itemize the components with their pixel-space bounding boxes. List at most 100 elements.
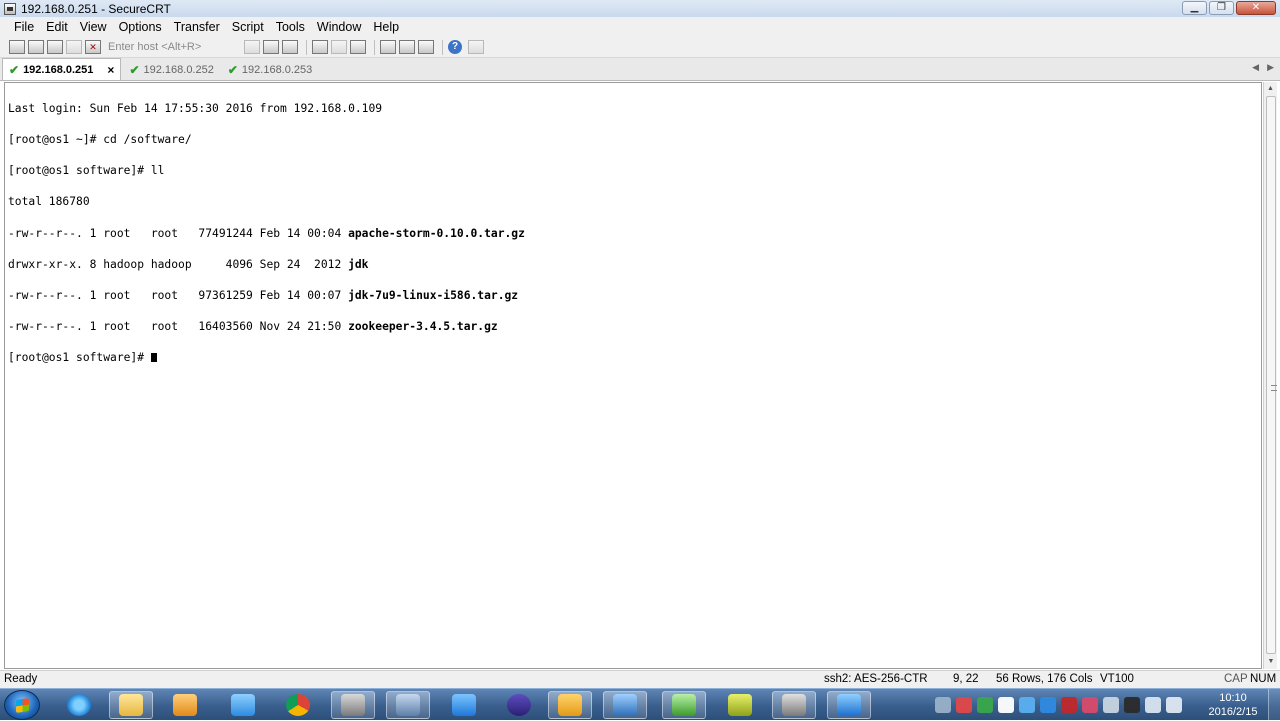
search-icon[interactable] (1019, 697, 1035, 713)
global-options-icon[interactable] (399, 40, 415, 54)
quick-connect-icon[interactable] (28, 40, 44, 54)
red-app-tray-icon[interactable] (1061, 697, 1077, 713)
system-clock[interactable]: 10:10 2016/2/15 (1203, 691, 1263, 719)
file-meta: drwxr-xr-x. 8 hadoop hadoop 4096 Sep 24 … (8, 257, 349, 271)
keyboard-icon[interactable] (935, 697, 951, 713)
windows-taskbar: 10:10 2016/2/15 (0, 688, 1280, 721)
windows-flag-icon[interactable] (998, 697, 1014, 713)
scroll-up-icon[interactable]: ▲ (1264, 82, 1277, 96)
window-title: 192.168.0.251 - SecureCRT (21, 1, 171, 16)
show-desktop-button[interactable] (1268, 689, 1280, 721)
tab-192-168-0-253[interactable]: ✔ 192.168.0.253 (222, 59, 318, 80)
find-icon[interactable] (282, 40, 298, 54)
menu-window[interactable]: Window (311, 17, 367, 37)
clock-time: 10:10 (1219, 692, 1247, 704)
menu-edit[interactable]: Edit (40, 17, 74, 37)
status-emulation: VT100 (1100, 673, 1134, 685)
menu-file[interactable]: File (8, 17, 40, 37)
menu-script[interactable]: Script (226, 17, 270, 37)
toolbar-separator (374, 39, 375, 55)
print-selection-icon[interactable] (331, 40, 347, 54)
disconnect-icon[interactable]: ✕ (85, 40, 101, 54)
print-setup-icon[interactable] (350, 40, 366, 54)
file-listing-row: -rw-r--r--. 1 root root 97361259 Feb 14 … (8, 289, 1261, 303)
status-cursor-position: 9, 22 (953, 673, 979, 685)
cloud-tray-icon[interactable] (1082, 697, 1098, 713)
print-icon[interactable] (312, 40, 328, 54)
putty-app-icon[interactable] (662, 691, 706, 719)
sogou-app-icon[interactable] (548, 691, 592, 719)
network-icon[interactable] (1145, 697, 1161, 713)
connected-check-icon: ✔ (9, 62, 20, 77)
minimize-button[interactable]: ▁ (1182, 1, 1207, 15)
tab-close-icon[interactable]: × (107, 63, 114, 77)
tools-tray-icon[interactable] (1124, 697, 1140, 713)
menu-help[interactable]: Help (367, 17, 405, 37)
tab-scroll-right-icon[interactable]: ▶ (1267, 62, 1274, 73)
antivirus-icon[interactable] (956, 697, 972, 713)
file-listing-row: -rw-r--r--. 1 root root 77491244 Feb 14 … (8, 227, 1261, 239)
toolbar: ✕ ? (0, 37, 1280, 58)
keymap-icon[interactable] (418, 40, 434, 54)
status-caps-lock: CAP (1224, 673, 1248, 685)
tab-label: 192.168.0.252 (143, 63, 214, 76)
baidu-netdisk-icon[interactable] (221, 691, 265, 719)
mybase-app-icon[interactable] (718, 691, 762, 719)
status-bar: Ready ssh2: AES-256-CTR 9, 22 56 Rows, 1… (0, 670, 1280, 688)
connected-check-icon: ✔ (129, 62, 140, 77)
network-manager-icon[interactable] (386, 691, 430, 719)
menu-bar: File Edit View Options Transfer Script T… (0, 17, 1280, 37)
security-shield-icon[interactable] (977, 697, 993, 713)
scroll-down-icon[interactable]: ▼ (1264, 655, 1278, 669)
menu-tools[interactable]: Tools (270, 17, 311, 37)
reconnect-icon[interactable] (66, 40, 82, 54)
help-icon[interactable]: ? (448, 40, 462, 54)
feather-app-icon[interactable] (442, 691, 486, 719)
menu-view[interactable]: View (74, 17, 113, 37)
file-meta: -rw-r--r--. 1 root root 97361259 Feb 14 … (8, 289, 349, 303)
terminal-line: total 186780 (8, 195, 90, 209)
start-button[interactable] (4, 690, 40, 720)
maximize-button[interactable]: ❐ (1209, 1, 1234, 15)
internet-explorer-icon[interactable] (57, 691, 101, 719)
vertical-scrollbar[interactable]: ▲ ▼ (1263, 82, 1277, 669)
file-meta: -rw-r--r--. 1 root root 16403560 Nov 24 … (8, 320, 349, 334)
session-options-icon[interactable] (380, 40, 396, 54)
securecrt-icon[interactable] (772, 691, 816, 719)
tab-scroll-left-icon[interactable]: ◀ (1252, 62, 1259, 73)
media-player-icon[interactable] (163, 691, 207, 719)
qq-icon[interactable] (827, 691, 871, 719)
eclipse-icon[interactable] (497, 691, 541, 719)
close-button[interactable]: ✕ (1236, 1, 1276, 15)
menu-transfer[interactable]: Transfer (168, 17, 226, 37)
session-tab-bar: ✔ 192.168.0.251 × ✔ 192.168.0.252 ✔ 192.… (0, 58, 1280, 81)
securecrt-app-icon[interactable] (4, 2, 16, 15)
tab-scroll-controls: ◀ ▶ (1252, 62, 1274, 73)
copy-icon[interactable] (244, 40, 260, 54)
volume-icon[interactable] (1166, 697, 1182, 713)
connect-icon[interactable] (9, 40, 25, 54)
display-tray-icon[interactable] (1103, 697, 1119, 713)
scrollbar-grip-icon (1271, 385, 1277, 391)
window-controls: ▁ ❐ ✕ (1182, 1, 1276, 15)
tab-192-168-0-251[interactable]: ✔ 192.168.0.251 × (2, 58, 122, 80)
file-explorer-icon[interactable] (109, 691, 153, 719)
feather-tray-icon[interactable] (1040, 697, 1056, 713)
virtualbox-icon[interactable] (603, 691, 647, 719)
paste-icon[interactable] (263, 40, 279, 54)
toolbar-separator (306, 39, 307, 55)
title-bar: 192.168.0.251 - SecureCRT ▁ ❐ ✕ (0, 0, 1280, 17)
status-ready: Ready (4, 673, 38, 685)
sftp-icon[interactable] (468, 40, 484, 54)
terminal-screen[interactable]: Last login: Sun Feb 14 17:55:30 2016 fro… (4, 82, 1262, 669)
host-input[interactable] (108, 39, 238, 55)
menu-options[interactable]: Options (113, 17, 168, 37)
windows-logo-icon (16, 698, 29, 713)
file-listing-row: -rw-r--r--. 1 root root 16403560 Nov 24 … (8, 320, 1261, 334)
tab-192-168-0-252[interactable]: ✔ 192.168.0.252 (123, 59, 219, 80)
scrollbar-thumb[interactable] (1266, 96, 1277, 654)
status-terminal-size: 56 Rows, 176 Cols (996, 673, 1093, 685)
connect-in-tab-icon[interactable] (47, 40, 63, 54)
securecrt-launcher-icon[interactable] (331, 691, 375, 719)
chrome-icon[interactable] (276, 691, 320, 719)
